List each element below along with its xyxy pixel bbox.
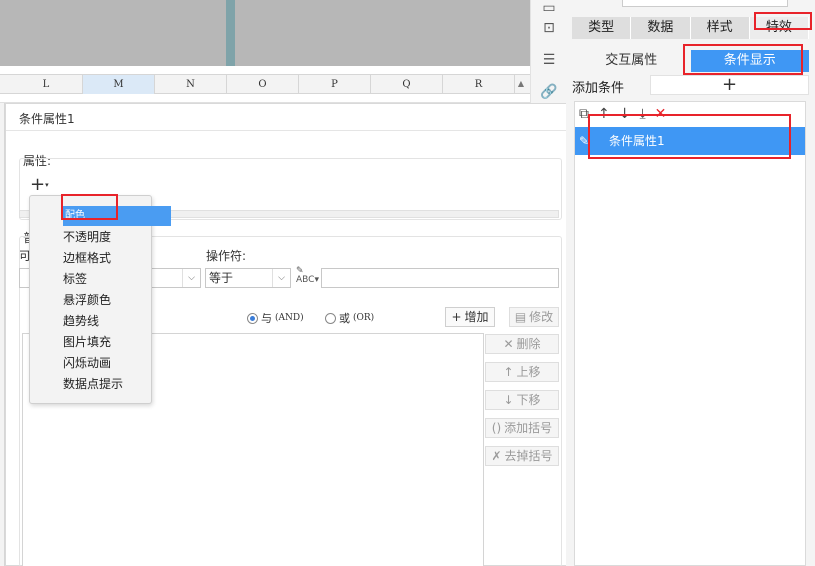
bracket-icon: () xyxy=(491,421,502,435)
tab-data[interactable]: 数据 xyxy=(631,17,691,39)
move-down-button[interactable]: ↓ 下移 xyxy=(485,390,559,410)
formula-icon[interactable]: ✎ ABC▾ xyxy=(296,267,319,285)
and-label: 与 xyxy=(261,312,272,325)
scroll-up-icon[interactable]: ▲ xyxy=(518,79,524,88)
add-condition-button[interactable]: + xyxy=(650,75,809,95)
remove-bracket-button[interactable]: ✗ 去掉括号 xyxy=(485,446,559,466)
top-input[interactable] xyxy=(622,0,788,7)
plus-icon: + xyxy=(451,310,462,324)
property-tabs: 类型 数据 样式 特效 xyxy=(572,17,809,39)
subtab-interaction[interactable]: 交互属性 xyxy=(572,50,691,72)
and-radio[interactable]: 与 (AND) xyxy=(247,310,304,326)
column-header-cell[interactable]: R xyxy=(443,75,515,94)
column-header-cell[interactable]: M xyxy=(83,75,155,94)
chevron-down-icon: ▾ xyxy=(45,181,49,189)
value-input[interactable] xyxy=(321,268,559,288)
modify-button[interactable]: ▤ 修改 xyxy=(509,307,559,327)
remove-bracket-icon: ✗ xyxy=(491,449,502,463)
menu-item-trendline[interactable]: 趋势线 xyxy=(63,311,99,331)
tab-effects[interactable]: 特效 xyxy=(749,17,809,39)
tab-type[interactable]: 类型 xyxy=(572,17,632,39)
arrow-down-icon: ↓ xyxy=(503,393,514,407)
divider xyxy=(6,130,567,131)
menu-item-blink-animation[interactable]: 闪烁动画 xyxy=(63,353,111,373)
column-header-cell[interactable]: P xyxy=(299,75,371,94)
add-condition-label: 添加条件 xyxy=(572,81,625,96)
column-header: L M N O P Q R ▲ xyxy=(0,74,530,94)
column-header-cell[interactable]: N xyxy=(155,75,227,94)
widget-icon[interactable]: ▭ xyxy=(540,0,558,16)
menu-item-hover-color[interactable]: 悬浮颜色 xyxy=(63,290,111,310)
copy-icon[interactable]: ⧉ xyxy=(579,106,589,122)
chevron-down-icon: ⌵ xyxy=(272,269,290,287)
menu-item-opacity[interactable]: 不透明度 xyxy=(63,227,111,247)
close-icon: ✕ xyxy=(503,337,514,351)
canvas-area xyxy=(0,0,530,66)
property-popup-menu: 配色 不透明度 边框格式 标签 悬浮颜色 趋势线 图片填充 闪烁动画 数据点提示 xyxy=(29,195,171,404)
chevron-down-icon: ⌵ xyxy=(182,269,200,287)
operator-value: 等于 xyxy=(209,271,234,285)
column-header-cell[interactable]: O xyxy=(227,75,299,94)
layout-icon[interactable]: ☰ xyxy=(540,52,558,68)
edit-icon: ▤ xyxy=(514,310,527,324)
delete-icon[interactable]: ✕ xyxy=(655,106,667,122)
menu-item-label[interactable]: 标签 xyxy=(63,269,87,289)
add-bracket-button[interactable]: () 添加括号 xyxy=(485,418,559,438)
menu-item-border[interactable]: 边框格式 xyxy=(63,248,111,268)
radio-unchecked-icon xyxy=(325,312,336,324)
add-property-button[interactable]: +▾ xyxy=(30,176,60,196)
dialog-title: 条件属性1 xyxy=(19,112,75,126)
radio-checked-icon xyxy=(247,312,258,324)
or-label: 或 xyxy=(339,312,350,325)
arrow-up-icon: ↑ xyxy=(503,365,514,379)
operator-select[interactable]: 等于 ⌵ xyxy=(205,268,291,288)
add-button[interactable]: + 增加 xyxy=(445,307,495,327)
grid-row xyxy=(0,95,530,103)
column-header-cell[interactable]: Q xyxy=(371,75,443,94)
list-item[interactable]: ✎ 条件属性1 xyxy=(575,127,805,155)
or-code: (OR) xyxy=(353,313,375,323)
and-code: (AND) xyxy=(275,313,304,323)
menu-item-color[interactable]: 配色 xyxy=(63,206,171,226)
move-up-button[interactable]: ↑ 上移 xyxy=(485,362,559,382)
subtab-condition-display[interactable]: 条件显示 xyxy=(690,50,809,72)
plus-icon: + xyxy=(30,174,46,195)
menu-item-image-fill[interactable]: 图片填充 xyxy=(63,332,111,352)
operator-label: 操作符: xyxy=(206,249,247,263)
menu-item-data-tooltip[interactable]: 数据点提示 xyxy=(63,374,123,394)
tab-style[interactable]: 样式 xyxy=(690,17,750,39)
link-icon[interactable]: 🔗 xyxy=(540,84,558,100)
list-toolbar: ⧉ ↑ ↓ ⤓ ✕ xyxy=(579,105,666,123)
dropdown-widget-icon[interactable]: ⊡ xyxy=(540,20,558,36)
move-bottom-icon[interactable]: ⤓ xyxy=(639,106,645,122)
arrow-down-icon[interactable]: ↓ xyxy=(619,106,631,122)
canvas-element-strip xyxy=(226,0,235,66)
delete-button[interactable]: ✕ 删除 xyxy=(485,334,559,354)
condition-item-list: ⧉ ↑ ↓ ⤓ ✕ ✎ 条件属性1 xyxy=(574,101,806,566)
effect-subtabs: 交互属性 条件显示 xyxy=(572,50,809,72)
or-radio[interactable]: 或 (OR) xyxy=(325,310,374,326)
list-item-label: 条件属性1 xyxy=(609,134,665,148)
right-property-panel: 类型 数据 样式 特效 交互属性 条件显示 添加条件 + ⧉ ↑ ↓ ⤓ ✕ ✎… xyxy=(566,0,815,566)
column-header-cell[interactable]: L xyxy=(10,75,83,94)
arrow-up-icon[interactable]: ↑ xyxy=(598,106,610,122)
top-field xyxy=(580,0,810,8)
edit-icon: ✎ xyxy=(579,134,590,148)
